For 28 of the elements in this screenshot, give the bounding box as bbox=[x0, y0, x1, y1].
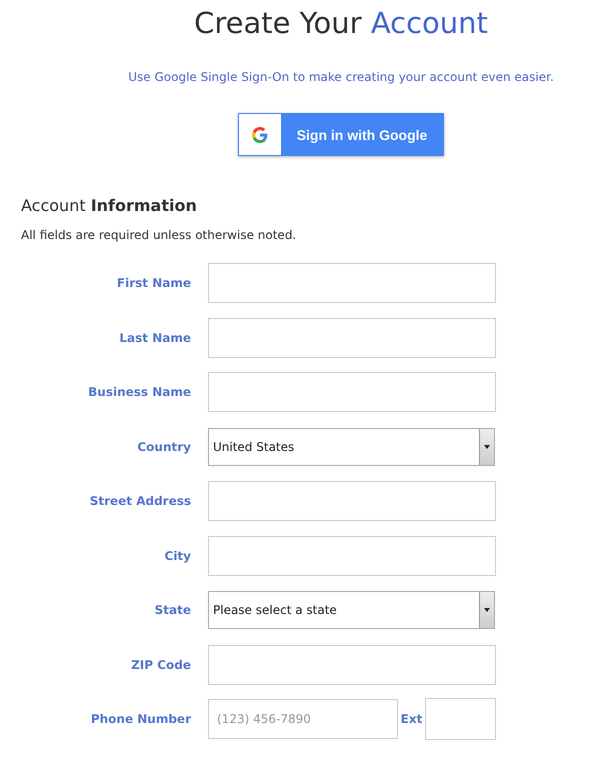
field-label: Ext bbox=[400, 712, 424, 726]
google-g-icon bbox=[252, 126, 268, 142]
field-label: Last Name bbox=[118, 330, 192, 344]
input-field[interactable] bbox=[208, 644, 496, 684]
caret-icon bbox=[484, 608, 490, 612]
field-label: First Name bbox=[116, 276, 192, 290]
field-label: ZIP Code bbox=[130, 658, 192, 672]
section-heading: Account Information bbox=[21, 196, 198, 216]
sso-note: Use Google Single Sign-On to make creating your account even easier. bbox=[128, 69, 554, 85]
google-sign-in-button[interactable]: Sign in with Google bbox=[238, 113, 444, 156]
field-label: Phone Number bbox=[90, 712, 192, 726]
select-field[interactable]: United States bbox=[208, 428, 495, 466]
input-field[interactable] bbox=[208, 263, 496, 303]
extension-field[interactable] bbox=[425, 698, 496, 740]
input-field[interactable] bbox=[208, 536, 496, 576]
input-field[interactable] bbox=[208, 318, 496, 358]
input-field[interactable] bbox=[208, 481, 496, 521]
caret-icon bbox=[484, 444, 490, 448]
field-label: City bbox=[164, 548, 192, 562]
field-label: Country bbox=[136, 440, 192, 454]
field-label: State bbox=[154, 603, 192, 617]
select-field[interactable]: Please select a state bbox=[208, 591, 495, 629]
required-note: All fields are required unless otherwise noted. bbox=[21, 227, 298, 243]
field-label: Street Address bbox=[88, 494, 192, 508]
page-title: Create Your Account bbox=[194, 5, 488, 41]
phone-field[interactable]: (123) 456-7890 bbox=[208, 699, 398, 739]
input-field[interactable] bbox=[208, 372, 496, 412]
field-label: Business Name bbox=[87, 385, 192, 399]
